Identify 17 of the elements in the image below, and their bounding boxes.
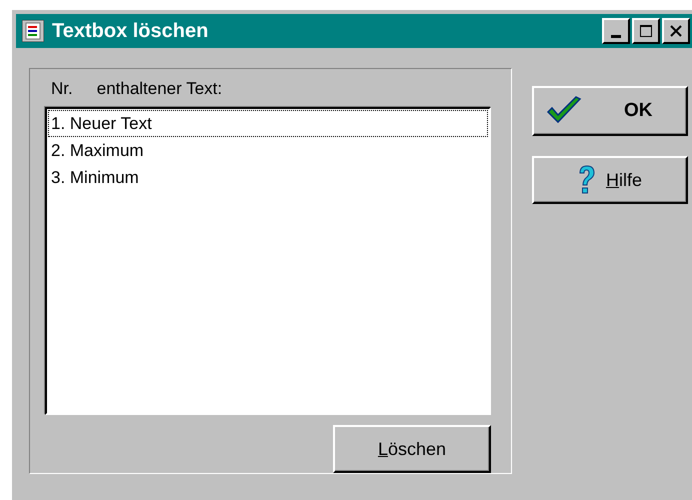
minimize-icon [611, 35, 621, 38]
list-item[interactable]: 3. Minimum [48, 164, 488, 191]
close-icon [669, 24, 683, 38]
text-listbox[interactable]: 1. Neuer Text 2. Maximum 3. Minimum [45, 107, 491, 415]
list-item[interactable]: 2. Maximum [48, 137, 488, 164]
column-header: Nr. [51, 79, 73, 100]
app-icon [22, 20, 44, 42]
list-item[interactable]: 1. Neuer Text [48, 110, 488, 137]
maximize-icon [639, 24, 653, 38]
help-button[interactable]: Hilfe [532, 156, 688, 204]
column-header: enthaltener Text: [96, 79, 222, 100]
minimize-button[interactable] [602, 18, 630, 44]
ok-button[interactable]: OK [532, 86, 688, 136]
delete-button[interactable]: Löschen [333, 425, 491, 473]
window-title: Textbox löschen [52, 20, 210, 42]
close-button[interactable] [662, 18, 690, 44]
maximize-button[interactable] [632, 18, 660, 44]
